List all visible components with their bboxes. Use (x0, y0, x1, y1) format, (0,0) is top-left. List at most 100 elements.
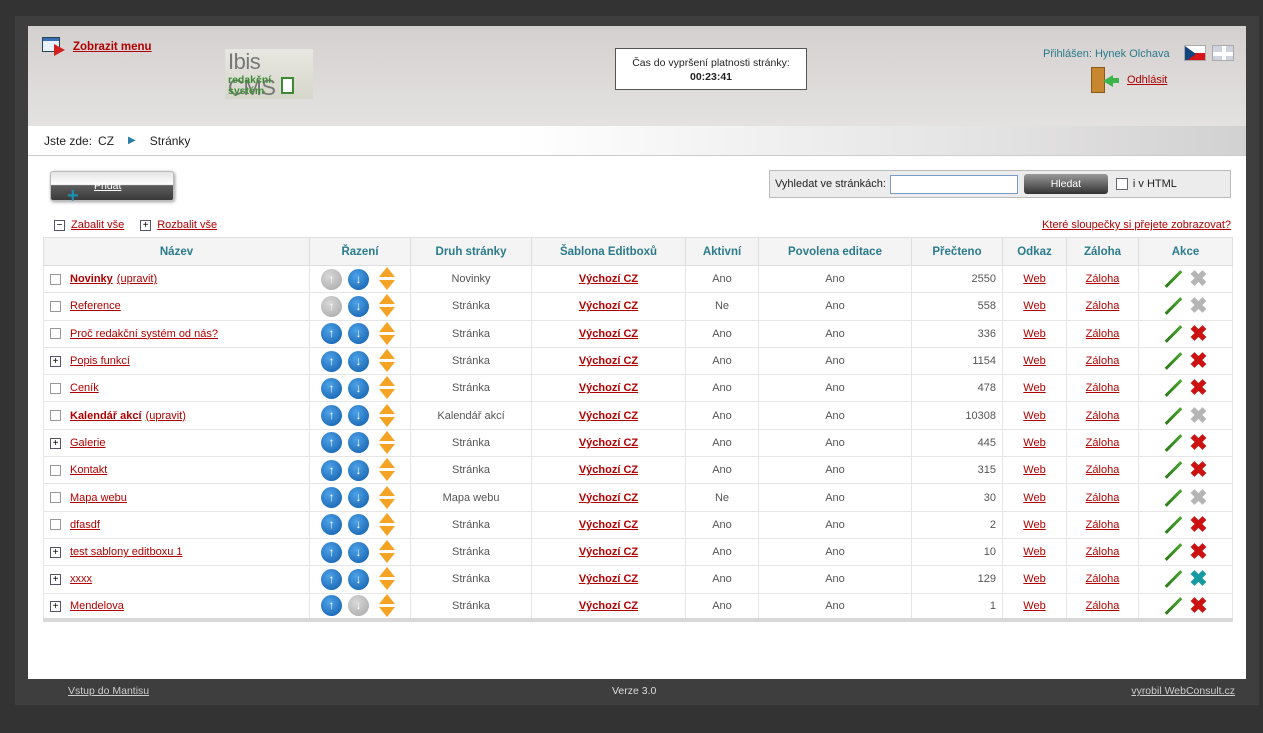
backup-link[interactable]: Záloha (1086, 573, 1120, 585)
web-link[interactable]: Web (1023, 437, 1045, 449)
delete-icon[interactable]: ✖ (1189, 541, 1207, 563)
drag-handle-icon[interactable] (378, 267, 396, 291)
edit-pencil-icon[interactable] (1163, 596, 1183, 616)
template-link[interactable]: Výchozí CZ (579, 519, 638, 531)
drag-handle-icon[interactable] (378, 430, 396, 455)
page-name-link[interactable]: Reference (70, 300, 121, 312)
expand-row-icon[interactable]: + (50, 574, 61, 585)
czech-flag-icon[interactable] (1184, 45, 1206, 61)
page-name-link[interactable]: Popis funkcí (70, 355, 130, 367)
drag-handle-icon[interactable] (378, 376, 396, 400)
web-link[interactable]: Web (1023, 355, 1045, 367)
backup-link[interactable]: Záloha (1086, 546, 1120, 558)
english-flag-icon[interactable] (1212, 45, 1234, 61)
expand-row-icon[interactable]: + (50, 355, 61, 367)
web-link[interactable]: Web (1023, 328, 1045, 340)
drag-handle-icon[interactable] (378, 349, 396, 373)
drag-handle-icon[interactable] (378, 567, 396, 591)
expand-row-icon[interactable]: + (50, 437, 61, 449)
logout-link[interactable]: Odhlásit (1091, 67, 1167, 93)
active-cell[interactable]: Ne (685, 483, 759, 512)
delete-icon[interactable]: ✖ (1189, 322, 1207, 344)
page-name-link[interactable]: Ceník (70, 382, 99, 394)
backup-link[interactable]: Záloha (1086, 328, 1120, 340)
search-input[interactable] (889, 174, 1018, 194)
move-down-icon[interactable]: ↓ (348, 377, 369, 399)
add-page-button[interactable]: + Přidat (50, 171, 174, 206)
web-link[interactable]: Web (1023, 273, 1045, 285)
web-link[interactable]: Web (1023, 464, 1045, 476)
edit-pencil-icon[interactable] (1163, 460, 1183, 480)
web-link[interactable]: Web (1023, 382, 1045, 394)
web-link[interactable]: Web (1023, 600, 1045, 612)
delete-icon[interactable]: ✖ (1189, 350, 1207, 372)
active-cell[interactable]: Ano (685, 319, 759, 348)
move-down-icon[interactable]: ↓ (348, 405, 369, 427)
template-link[interactable]: Výchozí CZ (579, 300, 638, 312)
show-menu-label[interactable]: Zobrazit menu (73, 41, 152, 53)
delete-icon[interactable]: ✖ (1189, 513, 1207, 535)
edit-pencil-icon[interactable] (1163, 324, 1183, 344)
edit-pencil-icon[interactable] (1163, 569, 1183, 589)
delete-icon[interactable]: ✖ (1189, 377, 1207, 399)
edit-pencil-icon[interactable] (1163, 378, 1183, 398)
template-link[interactable]: Výchozí CZ (579, 355, 638, 367)
move-up-icon[interactable]: ↑ (321, 377, 342, 399)
web-link[interactable]: Web (1023, 546, 1045, 558)
active-cell[interactable]: Ano (685, 346, 759, 375)
active-cell[interactable]: Ano (685, 537, 759, 566)
backup-link[interactable]: Záloha (1086, 492, 1120, 504)
move-down-icon[interactable]: ↓ (348, 568, 369, 590)
row-checkbox[interactable] (50, 519, 61, 531)
delete-icon[interactable]: ✖ (1189, 431, 1207, 453)
web-link[interactable]: Web (1023, 300, 1045, 312)
web-link[interactable]: Web (1023, 410, 1045, 422)
expand-all-link[interactable]: Rozbalit vše (157, 219, 217, 231)
logout-label[interactable]: Odhlásit (1127, 74, 1167, 86)
backup-link[interactable]: Záloha (1086, 464, 1120, 476)
delete-icon[interactable]: ✖ (1189, 568, 1207, 590)
edit-pencil-icon[interactable] (1163, 406, 1183, 426)
active-cell[interactable]: Ano (685, 264, 759, 293)
move-down-icon[interactable]: ↓ (348, 541, 369, 563)
page-name-link[interactable]: Kontakt (70, 464, 107, 476)
expand-row-icon[interactable]: + (50, 600, 61, 612)
web-link[interactable]: Web (1023, 519, 1045, 531)
add-page-label[interactable]: Přidat (94, 180, 121, 192)
collapse-all-icon[interactable]: − (54, 219, 65, 231)
backup-link[interactable]: Záloha (1086, 300, 1120, 312)
backup-link[interactable]: Záloha (1086, 273, 1120, 285)
active-cell[interactable]: Ano (685, 401, 759, 430)
move-up-icon[interactable]: ↑ (321, 595, 342, 617)
move-down-icon[interactable]: ↓ (348, 268, 369, 290)
row-checkbox[interactable] (50, 382, 61, 394)
active-cell[interactable]: Ano (685, 510, 759, 539)
choose-columns-link[interactable]: Které sloupečky si přejete zobrazovat? (1042, 219, 1231, 231)
drag-handle-icon[interactable] (378, 458, 396, 482)
webconsult-link[interactable]: vyrobil WebConsult.cz (1131, 685, 1235, 697)
drag-handle-icon[interactable] (378, 403, 396, 428)
page-name-link[interactable]: Proč redakční systém od nás? (70, 328, 218, 340)
move-up-icon[interactable]: ↑ (321, 459, 342, 481)
active-cell[interactable]: Ano (685, 374, 759, 402)
template-link[interactable]: Výchozí CZ (579, 273, 638, 285)
backup-link[interactable]: Záloha (1086, 437, 1120, 449)
drag-handle-icon[interactable] (378, 294, 396, 318)
delete-icon[interactable]: ✖ (1189, 459, 1207, 481)
search-button[interactable]: Hledat (1023, 174, 1108, 194)
active-cell[interactable]: Ne (685, 292, 759, 321)
edit-pencil-icon[interactable] (1163, 296, 1183, 316)
active-cell[interactable]: Ano (685, 428, 759, 457)
edit-link[interactable]: (upravit) (117, 273, 157, 285)
collapse-all-link[interactable]: Zabalit vše (71, 219, 124, 231)
page-name-link[interactable]: test sablony editboxu 1 (70, 546, 183, 558)
edit-pencil-icon[interactable] (1163, 269, 1183, 289)
drag-handle-icon[interactable] (378, 321, 396, 346)
edit-pencil-icon[interactable] (1163, 351, 1183, 371)
edit-pencil-icon[interactable] (1163, 433, 1183, 453)
edit-pencil-icon[interactable] (1163, 515, 1183, 535)
move-down-icon[interactable]: ↓ (348, 487, 369, 509)
edit-link[interactable]: (upravit) (146, 410, 186, 422)
backup-link[interactable]: Záloha (1086, 600, 1120, 612)
row-checkbox[interactable] (50, 464, 61, 476)
